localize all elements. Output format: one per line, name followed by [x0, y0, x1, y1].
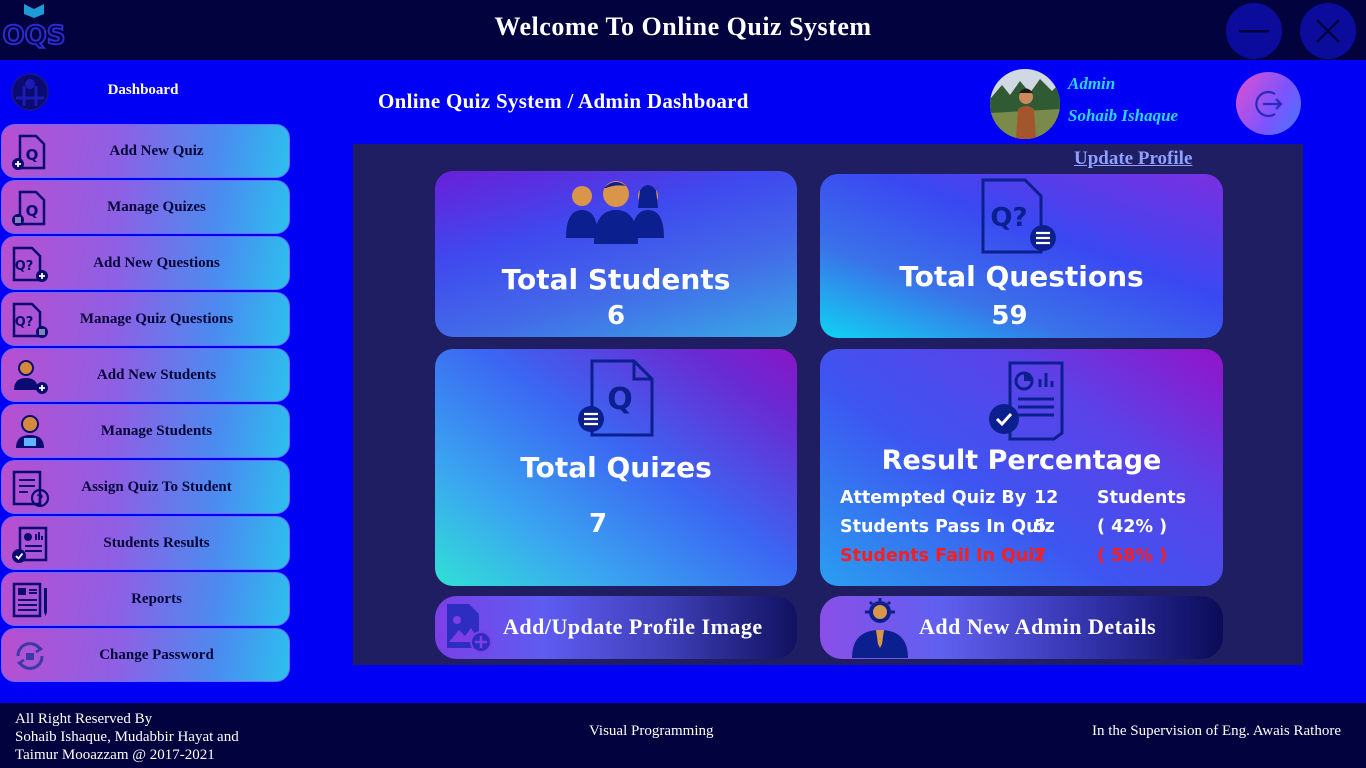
copyright-line: Taimur Mooazzam @ 2017-2021 [15, 747, 215, 763]
sidebar-item-reports[interactable]: Reports [1, 572, 290, 626]
total-students-card: Total Students 6 [435, 171, 797, 337]
copyright-line: Sohaib Ishaque, Mudabbir Hayat and [15, 729, 239, 745]
add-question-icon: Q? [12, 246, 48, 282]
total-questions-value: 59 [991, 301, 1028, 331]
report-icon [12, 582, 47, 618]
admin-name: Sohaib Ishaque [1068, 106, 1179, 125]
sidebar-item-label: Assign Quiz To Student [81, 479, 232, 495]
sidebar-item-add-new-students[interactable]: Add New Students [1, 348, 290, 402]
sidebar-item-manage-students[interactable]: Manage Students [1, 404, 290, 458]
update-profile-link[interactable]: Update Profile [1074, 148, 1192, 170]
admin-icon [852, 598, 908, 658]
admin-role: Admin [1068, 74, 1116, 93]
total-quizes-title: Total Quizes [520, 451, 712, 484]
result-percentage-title: Result Percentage [881, 445, 1162, 476]
sidebar-item-manage-quiz-questions[interactable]: Q? Manage Quiz Questions [1, 292, 290, 346]
svg-text:?: ? [37, 492, 44, 506]
profile-photo [990, 69, 1060, 139]
close-button[interactable] [1300, 3, 1356, 59]
logout-button[interactable] [1236, 72, 1301, 135]
questions-icon: Q? [981, 178, 1056, 254]
sidebar-item-add-new-questions[interactable]: Q? Add New Questions [1, 236, 290, 290]
sidebar-item-students-results[interactable]: Students Results [1, 516, 290, 570]
quizes-icon: Q [578, 359, 654, 437]
sidebar-item-label: Change Password [99, 647, 214, 663]
sidebar-item-manage-quizes[interactable]: Q Manage Quizes [1, 180, 290, 234]
result-percentage-card: Result Percentage Attempted Quiz By 12 S… [820, 349, 1223, 586]
sidebar-item-label: Add New Quiz [109, 143, 204, 159]
fail-count: 7 [1034, 546, 1047, 566]
pass-percent: ( 42% ) [1097, 517, 1168, 537]
pass-count: 5 [1034, 517, 1047, 537]
fail-label: Students Fail In Quiz [840, 546, 1045, 566]
attempted-unit: Students [1097, 488, 1187, 508]
app-title: Welcome To Online Quiz System [494, 12, 872, 41]
dashboard-label: Dashboard [107, 82, 179, 98]
svg-text:Q?: Q? [15, 315, 34, 330]
sidebar-item-label: Reports [131, 591, 182, 607]
total-quizes-card: Q Total Quizes 7 [435, 349, 797, 586]
sidebar-item-label: Students Results [103, 535, 210, 551]
sidebar-item-label: Manage Students [100, 423, 213, 439]
svg-text:Q: Q [607, 382, 633, 417]
add-image-icon [447, 604, 492, 653]
total-questions-title: Total Questions [899, 260, 1144, 293]
sidebar-item-label: Manage Quiz Questions [79, 311, 234, 327]
copyright-line: All Right Reserved By [15, 711, 153, 727]
sidebar-item-change-password[interactable]: Change Password [1, 628, 290, 682]
footer-supervision: In the Supervision of Eng. Awais Rathore [1091, 723, 1341, 739]
logout-icon [1254, 90, 1283, 117]
footer: All Right Reserved By Sohaib Ishaque, Mu… [0, 703, 1366, 768]
sidebar-menu: Q Add New Quiz Q Manage Quizes Q? Add Ne… [1, 124, 290, 684]
update-profile-image-label: Add/Update Profile Image [503, 614, 763, 639]
close-icon [1316, 19, 1340, 43]
add-quiz-icon: Q [12, 134, 46, 170]
total-students-title: Total Students [501, 263, 731, 296]
add-admin-button[interactable]: Add New Admin Details [820, 596, 1223, 659]
breadcrumb: Online Quiz System / Admin Dashboard [378, 89, 749, 113]
footer-course: Visual Programming [589, 723, 714, 739]
fail-row: Students Fail In Quiz 7 ( 58% ) [840, 546, 1200, 575]
footer-copyright: All Right Reserved By Sohaib Ishaque, Mu… [15, 710, 295, 764]
dashboard-icon [11, 73, 49, 111]
update-profile-image-button[interactable]: Add/Update Profile Image [435, 596, 797, 659]
result-report-icon [989, 361, 1064, 441]
total-quizes-value: 7 [588, 509, 608, 539]
sidebar-item-add-new-quiz[interactable]: Q Add New Quiz [1, 124, 290, 178]
svg-text:Q?: Q? [15, 259, 34, 274]
total-questions-card: Q? Total Questions 59 [820, 174, 1223, 338]
sidebar-item-label: Add New Questions [93, 255, 220, 271]
svg-text:Q: Q [26, 202, 39, 220]
students-icon [566, 181, 664, 244]
avatar[interactable] [990, 69, 1060, 139]
pass-row: Students Pass In Quiz 5 ( 42% ) [840, 517, 1200, 546]
results-icon [12, 526, 48, 563]
add-student-icon [14, 360, 48, 394]
svg-text:Q: Q [26, 146, 39, 164]
manage-quiz-icon: Q [12, 190, 46, 226]
sidebar-item-assign-quiz[interactable]: ? Assign Quiz To Student [1, 460, 290, 514]
svg-text:Q?: Q? [990, 203, 1027, 233]
attempted-count: 12 [1034, 488, 1059, 508]
total-students-value: 6 [606, 301, 626, 331]
minimize-button[interactable] [1226, 3, 1282, 59]
manage-student-icon [16, 415, 44, 448]
sidebar-item-label: Add New Students [96, 367, 217, 383]
pass-label: Students Pass In Quiz [840, 517, 1055, 537]
dashboard-nav[interactable]: Dashboard [8, 70, 288, 114]
add-admin-label: Add New Admin Details [919, 614, 1157, 639]
fail-percent: ( 58% ) [1097, 546, 1168, 566]
assign-quiz-icon: ? [12, 470, 50, 508]
attempted-label: Attempted Quiz By [840, 488, 1027, 508]
dashboard-panel: Update Profile Total Students 6 Q? Total… [353, 144, 1303, 665]
title-bar: OQS Welcome To Online Quiz System [0, 0, 1366, 60]
minus-icon [1239, 30, 1269, 33]
manage-question-icon: Q? [12, 302, 48, 338]
result-stats: Attempted Quiz By 12 Students Students P… [840, 488, 1200, 575]
change-password-icon [16, 642, 44, 670]
sidebar-item-label: Manage Quizes [107, 199, 206, 215]
attempted-row: Attempted Quiz By 12 Students [840, 488, 1200, 517]
